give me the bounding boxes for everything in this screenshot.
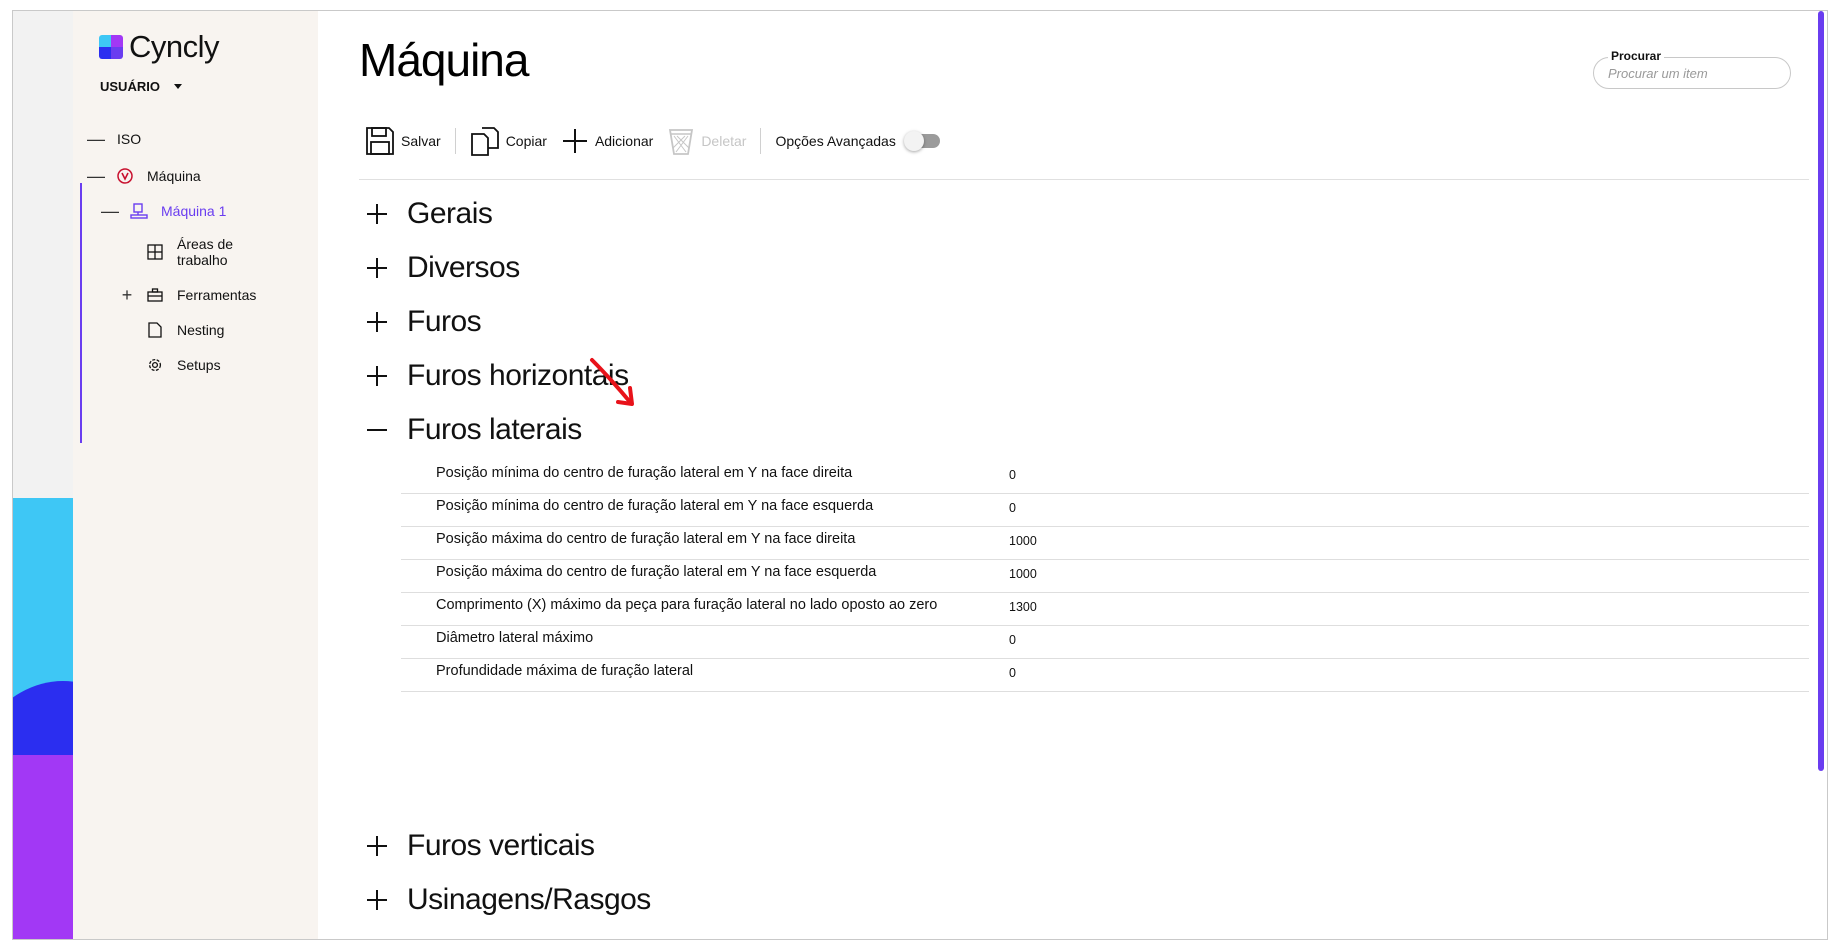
property-value[interactable]: 1000 [1009, 567, 1037, 581]
expand-icon [365, 364, 389, 388]
user-label: USUÁRIO [100, 79, 160, 94]
property-label: Posição mínima do centro de furação late… [436, 465, 853, 481]
app-window: Cyncly USUÁRIO — ISO — Máquina — Máquina… [12, 10, 1828, 940]
collapse-icon[interactable]: — [87, 130, 105, 148]
sidebar-item-areas-de-trabalho[interactable]: Áreas de trabalho [145, 236, 247, 268]
add-label: Adicionar [594, 133, 654, 149]
delete-label: Deletar [701, 133, 747, 149]
toolbar-separator [359, 179, 1809, 180]
property-row[interactable]: Posição mínima do centro de furação late… [401, 494, 1809, 527]
section-furos[interactable]: Furos [365, 305, 482, 339]
section-gerais[interactable]: Gerais [365, 197, 493, 231]
property-row[interactable]: Posição máxima do centro de furação late… [401, 560, 1809, 593]
section-furos-laterais[interactable]: Furos laterais [365, 413, 582, 447]
expand-icon [365, 202, 389, 226]
toolbar-divider [454, 128, 456, 154]
toolbox-icon [145, 285, 165, 305]
search-input[interactable] [1608, 66, 1778, 81]
grid-icon [145, 242, 165, 262]
property-label: Diâmetro lateral máximo [436, 630, 594, 646]
toolbar: Salvar Copiar Adicionar Deletar Opções A… [365, 121, 940, 161]
copy-button[interactable]: Copiar [470, 126, 561, 156]
collapse-icon [365, 418, 389, 442]
property-label: Posição máxima do centro de furação late… [436, 531, 856, 547]
advanced-options: Opções Avançadas [775, 131, 940, 151]
search-label: Procurar [1608, 49, 1665, 63]
property-label: Posição máxima do centro de furação late… [436, 564, 877, 580]
gear-icon [145, 355, 165, 375]
expand-icon[interactable]: + [119, 286, 135, 304]
property-row[interactable]: Posição mínima do centro de furação late… [401, 461, 1809, 494]
machine-logo-icon [115, 166, 135, 186]
property-label: Profundidade máxima de furação lateral [436, 663, 694, 679]
plus-icon [562, 129, 587, 153]
property-value[interactable]: 0 [1009, 633, 1016, 647]
sidebar-item-maquina[interactable]: — Máquina [87, 166, 201, 186]
copy-icon [470, 127, 499, 156]
property-row[interactable]: Comprimento (X) máximo da peça para fura… [401, 593, 1809, 626]
main-content: Máquina Procurar Salvar Copiar Adicionar… [318, 11, 1827, 939]
toolbar-divider [760, 128, 762, 154]
add-button[interactable]: Adicionar [561, 127, 667, 155]
copy-label: Copiar [505, 133, 547, 149]
toggle-knob [903, 131, 924, 151]
tree-guide-line [80, 183, 82, 443]
property-value[interactable]: 0 [1009, 666, 1016, 680]
scrollbar[interactable] [1818, 11, 1824, 771]
property-value[interactable]: 0 [1009, 501, 1016, 515]
section-title: Furos [407, 305, 482, 338]
property-row[interactable]: Profundidade máxima de furação lateral 0 [401, 659, 1809, 692]
save-icon [366, 127, 394, 155]
save-label: Salvar [401, 133, 441, 149]
property-value[interactable]: 1000 [1009, 534, 1037, 548]
sidebar-item-maquina-1[interactable]: — Máquina 1 [101, 201, 226, 221]
property-label: Posição mínima do centro de furação late… [436, 498, 874, 514]
expand-icon [365, 256, 389, 280]
section-title: Usinagens/Rasgos [407, 883, 651, 916]
section-furos-verticais[interactable]: Furos verticais [365, 829, 595, 863]
annotation-arrow-icon [590, 358, 634, 406]
advanced-options-toggle[interactable] [903, 131, 940, 151]
property-row[interactable]: Diâmetro lateral máximo 0 [401, 626, 1809, 659]
brand-logo: Cyncly [99, 29, 220, 65]
property-row[interactable]: Posição máxima do centro de furação late… [401, 527, 1809, 560]
section-usinagens-rasgos[interactable]: Usinagens/Rasgos [365, 883, 651, 917]
brand-name: Cyncly [129, 29, 220, 64]
sidebar-item-nesting[interactable]: Nesting [145, 320, 224, 340]
sidebar-item-ferramentas[interactable]: + Ferramentas [119, 285, 257, 305]
expand-icon [365, 888, 389, 912]
document-icon [145, 320, 165, 340]
trash-icon [669, 129, 694, 155]
user-menu[interactable]: USUÁRIO [100, 79, 182, 94]
expand-icon [365, 834, 389, 858]
caret-down-icon [173, 84, 182, 89]
collapse-icon[interactable]: — [101, 202, 119, 220]
section-title: Diversos [407, 251, 520, 284]
advanced-options-label: Opções Avançadas [775, 133, 896, 149]
expand-icon [365, 310, 389, 334]
section-title: Furos verticais [407, 829, 595, 862]
section-diversos[interactable]: Diversos [365, 251, 520, 285]
property-value[interactable]: 1300 [1009, 600, 1037, 614]
sidebar-item-setups[interactable]: Setups [145, 355, 221, 375]
property-list: Posição mínima do centro de furação late… [401, 461, 1809, 692]
section-title: Gerais [407, 197, 493, 230]
property-value[interactable]: 0 [1009, 468, 1016, 482]
sidebar-item-iso[interactable]: — ISO [87, 130, 141, 148]
collapse-icon[interactable]: — [87, 167, 105, 185]
property-label: Comprimento (X) máximo da peça para fura… [436, 597, 938, 613]
machine-icon [129, 201, 149, 221]
section-title: Furos laterais [407, 413, 582, 446]
sidebar: Cyncly USUÁRIO — ISO — Máquina — Máquina… [73, 11, 318, 939]
page-title: Máquina [359, 34, 529, 86]
delete-button[interactable]: Deletar [667, 126, 760, 156]
decorative-strip [13, 11, 73, 939]
search-box[interactable]: Procurar [1593, 49, 1791, 89]
save-button[interactable]: Salvar [365, 126, 455, 156]
cyncly-logo-icon [99, 35, 123, 59]
